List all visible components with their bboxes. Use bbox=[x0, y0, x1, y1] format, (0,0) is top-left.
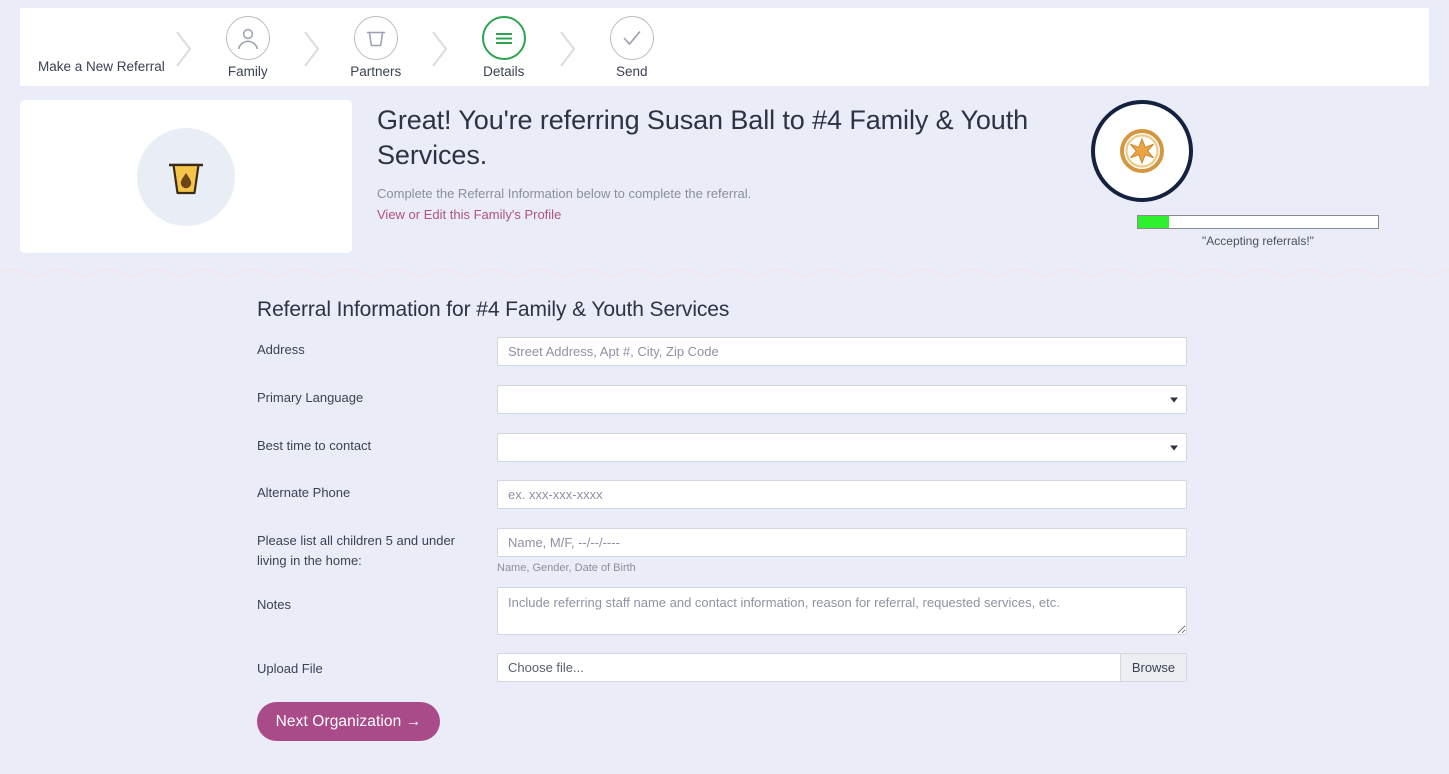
alternate-phone-input[interactable] bbox=[497, 480, 1187, 509]
view-edit-family-profile-link[interactable]: View or Edit this Family's Profile bbox=[377, 207, 561, 222]
browse-button[interactable]: Browse bbox=[1120, 654, 1186, 681]
upload-file-control[interactable]: Choose file... Browse bbox=[497, 653, 1187, 682]
best-time-to-contact-select[interactable] bbox=[497, 433, 1187, 462]
children-under-five-input[interactable] bbox=[497, 528, 1187, 557]
hero-subtitle: Complete the Referral Information below … bbox=[377, 185, 1037, 204]
step-progress-bar: Make a New Referral Family Partners bbox=[20, 8, 1429, 86]
step-family[interactable]: Family bbox=[203, 16, 293, 79]
chevron-down-icon bbox=[1170, 397, 1178, 402]
chevron-right-icon-4 bbox=[555, 26, 581, 72]
referral-capacity-progress bbox=[1137, 215, 1379, 229]
chevron-down-icon bbox=[1170, 445, 1178, 450]
step-label-family: Family bbox=[228, 65, 268, 79]
notes-wrapper bbox=[497, 587, 1187, 635]
chosen-file-name: Choose file... bbox=[498, 654, 1120, 681]
star-seal-icon bbox=[1091, 100, 1193, 202]
hero-heading: Great! You're referring Susan Ball to #4… bbox=[377, 103, 1037, 172]
organization-logo-card bbox=[20, 100, 352, 253]
referral-hero: Great! You're referring Susan Ball to #4… bbox=[0, 86, 1449, 264]
step-label-details: Details bbox=[483, 65, 524, 79]
user-icon bbox=[226, 16, 270, 60]
primary-language-select[interactable] bbox=[497, 385, 1187, 414]
chevron-right-icon-2 bbox=[299, 26, 325, 72]
hero-text-block: Great! You're referring Susan Ball to #4… bbox=[377, 103, 1037, 224]
label-primary-language: Primary Language bbox=[257, 388, 482, 408]
next-organization-button[interactable]: Next Organization → bbox=[257, 702, 440, 741]
notes-textarea[interactable] bbox=[497, 587, 1187, 635]
progress-caption: "Accepting referrals!" bbox=[1137, 234, 1379, 248]
chevron-right-icon-3 bbox=[427, 26, 453, 72]
step-details[interactable]: Details bbox=[459, 16, 549, 79]
step-label-partners: Partners bbox=[350, 65, 401, 79]
label-upload-file: Upload File bbox=[257, 659, 482, 679]
chevron-right-icon-1 bbox=[171, 26, 197, 72]
page-title: Make a New Referral bbox=[38, 59, 165, 78]
step-label-send: Send bbox=[616, 65, 648, 79]
organization-status-badge: "Accepting referrals!" bbox=[1091, 100, 1391, 202]
address-input[interactable] bbox=[497, 337, 1187, 366]
step-send[interactable]: Send bbox=[587, 16, 677, 79]
form-title: Referral Information for #4 Family & You… bbox=[257, 298, 729, 322]
organization-cup-logo bbox=[137, 128, 235, 226]
basket-icon bbox=[354, 16, 398, 60]
label-best-time-to-contact: Best time to contact bbox=[257, 436, 482, 456]
label-children-under-five: Please list all children 5 and under liv… bbox=[257, 531, 482, 570]
wavy-divider bbox=[0, 264, 1449, 280]
form-row-best-time-to-contact: Best time to contact bbox=[257, 436, 1197, 465]
list-lines-icon bbox=[482, 16, 526, 60]
label-notes: Notes bbox=[257, 595, 482, 615]
form-row-primary-language: Primary Language bbox=[257, 388, 1197, 417]
check-icon bbox=[610, 16, 654, 60]
label-address: Address bbox=[257, 340, 482, 360]
progress-fill bbox=[1138, 216, 1169, 228]
children-under-five-helper: Name, Gender, Date of Birth bbox=[497, 562, 636, 574]
step-partners[interactable]: Partners bbox=[331, 16, 421, 79]
label-alternate-phone: Alternate Phone bbox=[257, 483, 482, 503]
